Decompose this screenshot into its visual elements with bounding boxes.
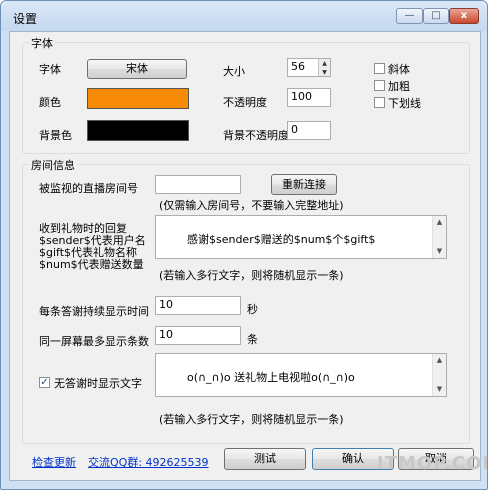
idle-text-label: 无答谢时显示文字 bbox=[54, 377, 142, 390]
size-spin-buttons[interactable]: ▲ ▼ bbox=[318, 59, 330, 76]
max-count-label: 同一屏幕最多显示条数 bbox=[39, 335, 149, 348]
watermark-text: ITMOP.COM bbox=[377, 453, 487, 474]
settings-window: 设置 — □ x 字体 字体 宋体 大小 56 ▲ ▼ 斜体 加粗 下划线 颜色… bbox=[0, 0, 488, 490]
gift-reply-textarea[interactable]: 感谢$sender$赠送的$num$个$gift$ ▲ ▼ bbox=[155, 215, 447, 259]
duration-unit: 秒 bbox=[247, 303, 258, 316]
room-group: 房间信息 被监视的直播房间号 重新连接 (仅需输入房间号，不要输入完整地址) 收… bbox=[22, 157, 470, 444]
check-update-link[interactable]: 检查更新 bbox=[32, 454, 76, 470]
bold-label: 加粗 bbox=[388, 80, 410, 93]
duration-label: 每条答谢持续显示时间 bbox=[39, 305, 149, 318]
gift-reply-label-line: $num$代表赠送数量 bbox=[39, 258, 144, 271]
max-count-input[interactable]: 10 bbox=[155, 326, 241, 345]
scroll-down-icon[interactable]: ▼ bbox=[433, 245, 446, 258]
duration-input[interactable]: 10 bbox=[155, 296, 241, 315]
room-id-input[interactable] bbox=[155, 175, 241, 194]
scroll-up-icon[interactable]: ▲ bbox=[433, 354, 446, 367]
bg-opacity-label: 背景不透明度 bbox=[223, 129, 289, 142]
size-stepper[interactable]: 56 ▲ ▼ bbox=[287, 58, 331, 77]
gift-reply-scrollbar[interactable]: ▲ ▼ bbox=[432, 216, 446, 258]
maximize-button[interactable]: □ bbox=[423, 8, 449, 24]
gift-reply-hint: (若输入多行文字，则将随机显示一条) bbox=[159, 269, 344, 282]
italic-label: 斜体 bbox=[388, 63, 410, 76]
font-group-title: 字体 bbox=[29, 35, 55, 51]
scroll-up-icon[interactable]: ▲ bbox=[433, 216, 446, 229]
qq-group-link[interactable]: 交流QQ群: 492625539 bbox=[88, 454, 209, 470]
underline-checkbox[interactable] bbox=[374, 97, 385, 108]
room-id-label: 被监视的直播房间号 bbox=[39, 182, 138, 195]
underline-label: 下划线 bbox=[388, 97, 421, 110]
gift-reply-label: 收到礼物时的回复 $sender$代表用户名 $gift$代表礼物名称 $num… bbox=[39, 223, 146, 271]
room-group-title: 房间信息 bbox=[29, 157, 77, 173]
idle-text-hint: (若输入多行文字，则将随机显示一条) bbox=[159, 413, 344, 426]
font-select-button[interactable]: 宋体 bbox=[87, 59, 187, 79]
gift-reply-text: 感谢$sender$赠送的$num$个$gift$ bbox=[186, 233, 376, 246]
reconnect-button[interactable]: 重新连接 bbox=[271, 174, 337, 195]
size-value: 56 bbox=[291, 60, 305, 73]
italic-checkbox[interactable] bbox=[374, 63, 385, 74]
color-label: 颜色 bbox=[39, 96, 61, 109]
dialog-body: 字体 字体 宋体 大小 56 ▲ ▼ 斜体 加粗 下划线 颜色 不透明度 100… bbox=[9, 31, 481, 481]
window-title: 设置 bbox=[13, 12, 38, 26]
bg-color-label: 背景色 bbox=[39, 129, 72, 142]
opacity-label: 不透明度 bbox=[223, 96, 267, 109]
idle-textarea[interactable]: o(∩_∩)o 送礼物上电视啦o(∩_∩)o ▲ ▼ bbox=[155, 353, 447, 397]
font-label: 字体 bbox=[39, 63, 61, 76]
close-button[interactable]: x bbox=[449, 8, 479, 24]
background-color-swatch[interactable] bbox=[87, 120, 189, 141]
font-group: 字体 字体 宋体 大小 56 ▲ ▼ 斜体 加粗 下划线 颜色 不透明度 100… bbox=[22, 35, 470, 154]
room-id-hint: (仅需输入房间号，不要输入完整地址) bbox=[159, 199, 344, 212]
size-label: 大小 bbox=[223, 65, 245, 78]
spin-down-icon[interactable]: ▼ bbox=[319, 68, 330, 76]
scroll-down-icon[interactable]: ▼ bbox=[433, 383, 446, 396]
minimize-button[interactable]: — bbox=[396, 8, 423, 24]
text-color-swatch[interactable] bbox=[87, 88, 189, 109]
idle-text-checkbox[interactable]: ✓ bbox=[39, 377, 50, 388]
bg-opacity-input[interactable]: 0 bbox=[287, 121, 331, 140]
spin-up-icon[interactable]: ▲ bbox=[319, 59, 330, 68]
max-count-unit: 条 bbox=[247, 333, 258, 346]
idle-text-scrollbar[interactable]: ▲ ▼ bbox=[432, 354, 446, 396]
title-bar[interactable]: 设置 — □ x bbox=[1, 1, 487, 31]
idle-text: o(∩_∩)o 送礼物上电视啦o(∩_∩)o bbox=[186, 371, 355, 384]
test-button[interactable]: 测试 bbox=[224, 448, 306, 470]
bold-checkbox[interactable] bbox=[374, 80, 385, 91]
opacity-input[interactable]: 100 bbox=[287, 88, 331, 107]
